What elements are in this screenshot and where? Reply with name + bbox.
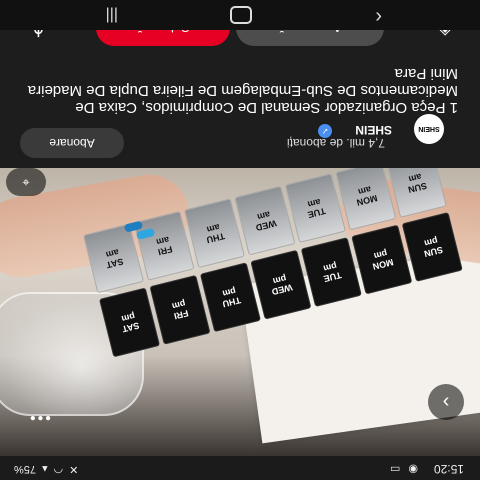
compartment-sun-am: SUN am — [385, 168, 447, 218]
battery-level: 75% — [14, 463, 37, 476]
compartment-wed-pm: WED pm — [250, 249, 312, 320]
message-icon: ▭ — [389, 463, 401, 475]
mute-icon: ✕ — [69, 463, 79, 475]
wifi-icon: ◠ — [53, 463, 64, 475]
signal-icon: ▴ — [42, 463, 48, 475]
system-nav-bar: ||| ‹ — [0, 0, 480, 30]
notification-icons: ◉ ▭ — [390, 463, 418, 476]
subscribe-button[interactable]: Abonare — [20, 128, 124, 158]
source-row: Abonare 7,4 mil. de abonați ✓ SHEIN SHEI… — [0, 114, 480, 158]
back-icon[interactable]: ‹ — [375, 5, 382, 28]
status-bar: 15:20 ◉ ▭ ✕ ◠ ▴ 75% — [0, 456, 480, 480]
follower-count: 7,4 mil. de abonați — [286, 136, 385, 150]
next-image-button[interactable]: › — [428, 384, 464, 420]
whatsapp-icon: ◉ — [408, 463, 418, 475]
compartment-sat-am: SAT am — [83, 223, 145, 294]
compartment-thu-am: THU am — [183, 198, 246, 269]
compartment-fri-am: FRI am — [133, 210, 195, 281]
compartment-mon-pm: MON pm — [351, 224, 413, 295]
phone-screen: 15:20 ◉ ▭ ✕ ◠ ▴ 75% SUN pm MON pm TUE pm WE… — [0, 0, 480, 480]
visual-search-icon: ⌖ — [22, 175, 30, 190]
verified-icon: ✓ — [318, 124, 332, 138]
system-icons: ✕ ◠ ▴ 75% — [14, 463, 78, 476]
pin-title: 1 Peça Organizador Semanal De Comprimido… — [27, 65, 458, 116]
source-avatar[interactable]: SHEIN — [414, 114, 444, 144]
status-time: 15:20 — [433, 462, 464, 476]
compartment-tue-am: TUE am — [284, 173, 346, 243]
chevron-right-icon: › — [442, 391, 450, 414]
compartment-tue-pm: TUE pm — [300, 237, 362, 307]
compartment-fri-pm: FRI pm — [149, 274, 211, 345]
pin-image[interactable]: SUN pm MON pm TUE pm WED pm THU pm FRI pm SAT p… — [0, 168, 480, 456]
compartment-mon-am: MON am — [335, 168, 397, 231]
source-name[interactable]: SHEIN — [355, 123, 392, 137]
compartment-thu-pm: THU pm — [199, 262, 261, 333]
visual-search-button[interactable]: ⌖ — [6, 168, 46, 196]
home-icon[interactable] — [230, 6, 252, 24]
more-options-button[interactable]: ••• — [28, 408, 51, 426]
recent-apps-icon[interactable]: ||| — [106, 6, 118, 24]
compartment-wed-am: WED am — [234, 185, 296, 256]
